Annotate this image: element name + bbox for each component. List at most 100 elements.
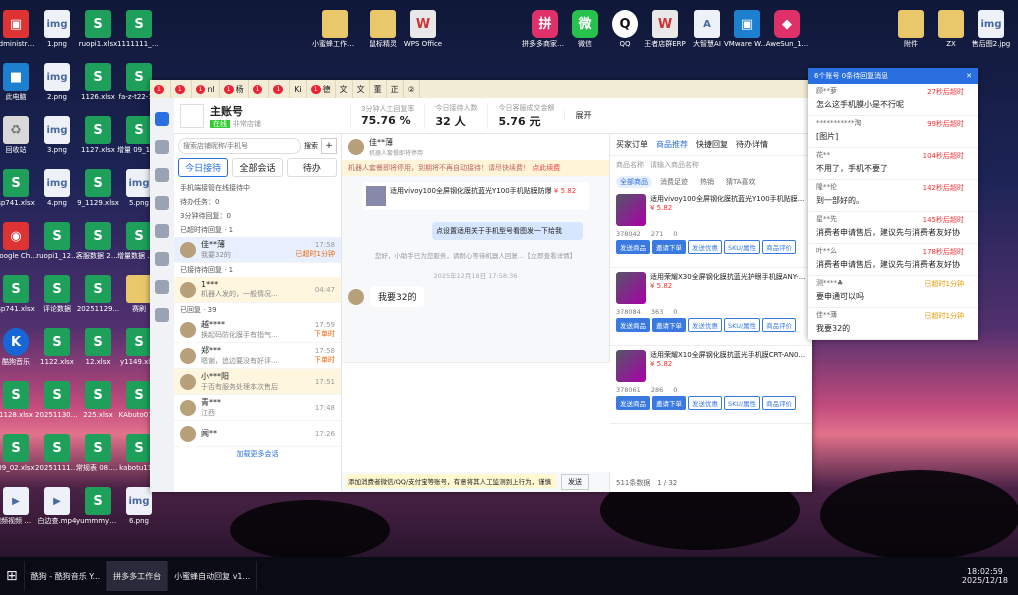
- desktop-icon[interactable]: ◆ AweSun_1...: [764, 10, 810, 49]
- desktop-icon[interactable]: K 酷狗音乐: [0, 328, 38, 367]
- product-title[interactable]: 适用荣耀X10全屏钢化膜抗蓝光手机膜CRT-AN0...: [650, 350, 806, 360]
- desktop-icon[interactable]: Syummmy0...: [76, 487, 120, 526]
- taskbar-item-xmf[interactable]: 小蜜蜂自动回复 v1...: [168, 561, 258, 591]
- account-tab[interactable]: 文: [353, 80, 370, 98]
- product-action-button[interactable]: 发送优惠: [688, 240, 722, 254]
- account-tab[interactable]: 文: [336, 80, 353, 98]
- section-replied[interactable]: 已回复 · 39: [174, 303, 341, 317]
- desktop-icon[interactable]: S20251111_25...: [35, 434, 79, 473]
- desktop-icon[interactable]: S 1127.xlsx: [76, 116, 120, 155]
- start-button[interactable]: ⊞: [0, 561, 25, 591]
- desktop-icon[interactable]: S 1126.xlsx: [76, 63, 120, 102]
- pending-item[interactable]: ***********淘 99秒后超时 [图片]: [808, 116, 978, 148]
- account-tab[interactable]: 董: [370, 80, 387, 98]
- desktop-icon[interactable]: ◉Google Chrome: [0, 222, 38, 261]
- desktop-icon[interactable]: ▣Administra...: [0, 10, 38, 49]
- goods-search-input[interactable]: 请输入商品名称: [650, 160, 699, 170]
- product-title[interactable]: 适用荣耀X30全屏钢化膜抗蓝光护眼手机膜ANY-...: [650, 272, 806, 282]
- conversation-item[interactable]: 青*** 江西 17:48: [174, 395, 341, 421]
- desktop-icon[interactable]: S 常规表 08.xlsx: [76, 434, 120, 473]
- settings-icon[interactable]: [155, 308, 169, 322]
- goods-tab[interactable]: 消费足迹: [656, 176, 692, 188]
- message-input[interactable]: [342, 376, 610, 472]
- desktop-icon[interactable]: img 1.png: [35, 10, 79, 49]
- conversation-item[interactable]: 闻** 17:26: [174, 421, 341, 447]
- conversation-item[interactable]: 佳**薄 我要32的 17:58 已超时1分钟: [174, 237, 341, 263]
- account-tab[interactable]: ②: [404, 80, 420, 98]
- desktop-icon[interactable]: S客服数据 20251130...: [76, 222, 120, 261]
- renew-link[interactable]: 点此续费: [532, 164, 560, 172]
- desktop-icon[interactable]: W WPS Office: [400, 10, 446, 49]
- account-tab[interactable]: 正: [387, 80, 404, 98]
- account-tab[interactable]: 1: [171, 80, 192, 98]
- pending-item[interactable]: 星**先 145秒后超时 消费者申请售后，建议先与消费者友好协: [808, 212, 978, 244]
- account-tab[interactable]: Ki: [290, 80, 307, 98]
- desktop-icon[interactable]: img 4.png: [35, 169, 79, 208]
- taskbar-item-pdd[interactable]: 拼多多工作台: [107, 561, 169, 591]
- product-action-button[interactable]: SKU/属性: [724, 318, 761, 332]
- product-action-button[interactable]: SKU/属性: [724, 396, 761, 410]
- desktop-icon[interactable]: S 1111111_1...: [117, 10, 161, 49]
- conversation-item[interactable]: 1*** 机器人发的，一般情况... 04:47: [174, 277, 341, 303]
- tab-pending[interactable]: 待办: [286, 158, 337, 177]
- search-button[interactable]: 搜索: [304, 138, 318, 154]
- account-tab[interactable]: 1 nl: [192, 80, 220, 98]
- right-tab[interactable]: 买家订单: [616, 139, 648, 150]
- desktop-icon[interactable]: img 2.png: [35, 63, 79, 102]
- close-icon[interactable]: ✕: [966, 72, 972, 80]
- product-action-button[interactable]: 发送优惠: [688, 396, 722, 410]
- goods-icon[interactable]: [155, 196, 169, 210]
- shop-icon[interactable]: [155, 140, 169, 154]
- desktop-icon[interactable]: Sruopi1.xlsx: [76, 10, 120, 49]
- right-tab[interactable]: 待办详情: [736, 139, 768, 150]
- product-action-button[interactable]: 邀请下单: [652, 318, 686, 332]
- pending-item[interactable]: 顾**萝 27秒后超时 怎么这手机膜小是不行呢: [808, 84, 978, 116]
- product-action-button[interactable]: 商品评价: [762, 396, 797, 410]
- pending-item[interactable]: 花** 104秒后超时 不用了，手机不要了: [808, 148, 978, 180]
- desktop-icon[interactable]: S20251130.xlsx: [35, 381, 79, 420]
- send-button[interactable]: 发送: [561, 474, 589, 490]
- pending-item[interactable]: 隆**伦 142秒后超时 到一部好的。: [808, 180, 978, 212]
- account-tab[interactable]: 1: [269, 80, 291, 98]
- goods-tab[interactable]: 猜TA喜欢: [722, 176, 760, 188]
- section-done[interactable]: 已接待待回复 · 1: [174, 263, 341, 277]
- conversation-item[interactable]: 越**** 换起码防化膜手有指气... 17:59 下单时: [174, 317, 341, 343]
- desktop-icon[interactable]: Sruopi1_12...: [35, 222, 79, 261]
- product-action-button[interactable]: 发送商品: [616, 318, 650, 332]
- taskbar-item-kugou[interactable]: 酷狗 - 酷狗音乐 Y...: [25, 561, 108, 591]
- desktop-icon[interactable]: Ssp741.xlsx: [0, 275, 38, 314]
- search-input[interactable]: [178, 138, 301, 154]
- todo-count[interactable]: 待办任务：0: [174, 195, 341, 209]
- pending-item[interactable]: 叶**么 178秒后超时 消费者申请售后，建议先与消费者友好协: [808, 244, 978, 276]
- desktop-icon[interactable]: S 1122.xlsx: [35, 328, 79, 367]
- desktop-icon[interactable]: W 王者店群ERP: [642, 10, 688, 49]
- desktop-icon[interactable]: ▶视频视频 mp4: [0, 487, 38, 526]
- load-more-link[interactable]: 加载更多会话: [174, 447, 341, 461]
- shield-icon[interactable]: [155, 252, 169, 266]
- pending-item[interactable]: 测****♣ 已超时1分钟 要申通可以吗: [808, 276, 978, 308]
- account-tab[interactable]: 1德: [307, 80, 336, 98]
- account-tab[interactable]: 1杨: [220, 80, 249, 98]
- desktop-icon[interactable]: S 09_02.xlsx: [0, 434, 38, 473]
- order-icon[interactable]: [155, 168, 169, 182]
- tab-all[interactable]: 全部会话: [232, 158, 283, 177]
- product-action-button[interactable]: SKU/属性: [724, 240, 761, 254]
- desktop-icon[interactable]: img 3.png: [35, 116, 79, 155]
- desktop-icon[interactable]: ▶ 白边查.mp4: [35, 487, 79, 526]
- desktop-icon[interactable]: Ssp741.xlsx: [0, 169, 38, 208]
- conversation-item[interactable]: 郑*** 嗯谢，追边要没有好评... 17:58 下单时: [174, 343, 341, 369]
- product-title[interactable]: 适用vivoy100全屏钢化膜抗蓝光Y100手机贴膜...: [650, 194, 806, 204]
- data-icon[interactable]: [155, 280, 169, 294]
- desktop-icon[interactable]: S 225.xlsx: [76, 381, 120, 420]
- account-tab[interactable]: 1: [249, 80, 270, 98]
- desktop-icon[interactable]: S 9_1129.xlsx: [76, 169, 120, 208]
- desktop-icon[interactable]: ■ 此电脑: [0, 63, 38, 102]
- desktop-icon[interactable]: S 评论数据: [35, 275, 79, 314]
- desktop-icon[interactable]: 小蜜蜂工作台 客服助手SP: [312, 10, 358, 49]
- desktop-icon[interactable]: img 6.png: [117, 487, 161, 526]
- product-action-button[interactable]: 发送优惠: [688, 318, 722, 332]
- clock[interactable]: 18:02:59 2025/12/18: [962, 567, 1018, 585]
- desktop-icon[interactable]: S 12.xlsx: [76, 328, 120, 367]
- product-action-button[interactable]: 发送商品: [616, 396, 650, 410]
- status-badge[interactable]: 在线: [210, 119, 230, 128]
